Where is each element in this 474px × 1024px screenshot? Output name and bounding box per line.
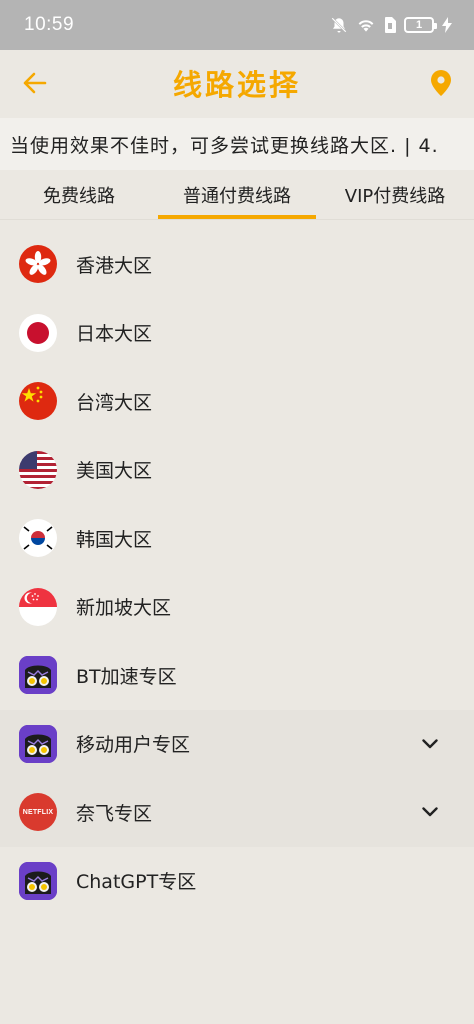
region-item-taiwan[interactable]: 台湾大区: [0, 367, 474, 436]
mute-icon: [330, 16, 348, 34]
chevron-down-icon[interactable]: [420, 734, 440, 754]
route-tabs: 免费线路 普通付费线路 VIP付费线路: [0, 170, 474, 220]
tab-vip-paid[interactable]: VIP付费线路: [316, 170, 474, 219]
region-list: 香港大区 日本大区 台湾大区 美国大区 韩国大区 新加坡大区 BT加速专区 移动…: [0, 230, 474, 915]
tab-free[interactable]: 免费线路: [0, 170, 158, 219]
status-time: 10:59: [24, 14, 75, 35]
region-label: BT加速专区: [76, 665, 177, 688]
chevron-down-icon[interactable]: [420, 802, 440, 822]
region-label: 日本大区: [76, 323, 153, 346]
region-item-chatgpt[interactable]: ChatGPT专区: [0, 847, 474, 916]
singapore-flag-icon: [19, 587, 57, 626]
region-item-bt[interactable]: BT加速专区: [0, 641, 474, 710]
charging-icon: [442, 17, 452, 33]
app-header: 线路选择: [0, 50, 474, 116]
region-label: 台湾大区: [76, 391, 153, 414]
japan-flag-icon: [19, 313, 57, 352]
china-flag-icon: [19, 382, 57, 421]
region-label: 新加坡大区: [76, 597, 172, 620]
region-item-netflix[interactable]: NETFLIX 奈飞专区: [0, 778, 474, 847]
notice-marquee: 当使用效果不佳时，可多尝试更换线路大区. | 4.: [0, 118, 474, 170]
wifi-icon: [356, 16, 376, 34]
app-mascot-icon: [19, 656, 57, 695]
region-item-korea[interactable]: 韩国大区: [0, 504, 474, 573]
region-item-mobile[interactable]: 移动用户专区: [0, 709, 474, 778]
region-label: 香港大区: [76, 254, 153, 277]
korea-flag-icon: [19, 519, 57, 558]
region-label: 移动用户专区: [76, 734, 191, 757]
region-item-hong-kong[interactable]: 香港大区: [0, 230, 474, 299]
notice-text: 当使用效果不佳时，可多尝试更换线路大区. | 4.: [10, 134, 439, 157]
region-item-usa[interactable]: 美国大区: [0, 436, 474, 505]
app-mascot-icon: [19, 724, 57, 763]
region-label: 美国大区: [76, 460, 153, 483]
battery-icon: 1: [404, 17, 437, 33]
location-pin-icon[interactable]: [426, 66, 456, 100]
region-label: 奈飞专区: [76, 802, 153, 825]
back-arrow-icon[interactable]: [20, 68, 50, 98]
tab-standard-paid[interactable]: 普通付费线路: [158, 170, 316, 219]
status-icons: 1: [330, 16, 452, 34]
region-item-singapore[interactable]: 新加坡大区: [0, 573, 474, 642]
app-mascot-icon: [19, 861, 57, 900]
region-item-japan[interactable]: 日本大区: [0, 299, 474, 368]
netflix-logo-icon: NETFLIX: [19, 793, 57, 832]
region-label: ChatGPT专区: [76, 871, 197, 894]
hong-kong-flag-icon: [19, 245, 57, 284]
page-title: 线路选择: [172, 68, 301, 102]
sim-icon: [384, 17, 396, 33]
status-bar: 10:59 1: [0, 0, 474, 50]
usa-flag-icon: [19, 450, 57, 489]
region-label: 韩国大区: [76, 528, 153, 551]
